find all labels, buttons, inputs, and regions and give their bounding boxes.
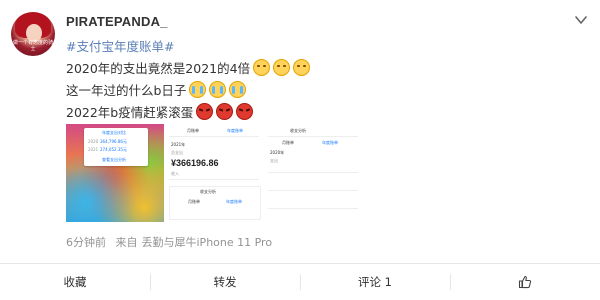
popup-button: 查看支出分析 [102,157,126,162]
post-source-prefix: 来自 [115,236,138,249]
shy-emoji-icon [273,59,291,76]
post-text-3: 2022年b疫情赶紧滚蛋 [66,105,194,120]
t3-divider-3 [268,190,358,191]
comment-button[interactable]: 评论 1 [300,264,450,300]
post-text-2: 这一年过的什么b日子 [66,83,187,98]
action-bar: 收藏 转发 评论 1 [0,263,600,300]
avatar-caption: 做一个有态度的骑士 [13,40,54,52]
t3-tab-2: 年度账单 [322,140,338,145]
crying-emoji-icon [209,81,227,98]
popup-title: 年度支出对比 [102,130,126,135]
t3-divider-2 [268,172,358,173]
angry-emoji-icon [236,103,254,120]
post-text-line-2: 这一年过的什么b日子 [66,80,247,99]
post-text-line-1: 2020年的支出竟然是2021的4倍 [66,58,311,77]
forward-button[interactable]: 转发 [150,264,300,300]
avatar[interactable]: 做一个有态度的骑士 [11,12,55,56]
row2-value: 274,052.35元 [100,147,127,152]
chevron-down-icon[interactable] [574,13,588,27]
image-thumbnail-2[interactable]: 月账单 年度账单 2021年 总支出 ¥366196.86 收入 收支分析 月账… [165,124,263,222]
t2-amount: ¥366196.86 [171,158,219,168]
username[interactable]: PIRATEPANDA_ [66,14,168,29]
t2-analysis-box: 收支分析 月账单 年度账单 [169,186,261,220]
collect-button[interactable]: 收藏 [0,264,150,300]
t2-income-label: 收入 [171,171,179,176]
post-text-line-3: 2022年b疫情赶紧滚蛋 [66,102,254,121]
hashtag-link[interactable]: #支付宝年度账单# [66,36,174,55]
t3-year: 2020年 [270,150,285,155]
like-button[interactable] [450,264,600,300]
t3-divider-4 [268,208,358,209]
like-icon [518,275,532,289]
annual-comparison-popup: 年度支出对比 2020 364,796.86元 2021 274,052.35元… [84,128,148,166]
post-meta: 6分钟前 来自 丢勤与犀牛iPhone 11 Pro [66,234,272,250]
t3-divider [268,136,358,137]
angry-emoji-icon [216,103,234,120]
crying-emoji-icon [229,81,247,98]
t2-subtab-1: 月账单 [188,199,200,204]
row2-label: 2021 [88,147,99,152]
t3-tab-1: 月账单 [282,140,294,145]
image-thumbnail-3[interactable]: 收支分析 月账单 年度账单 2020年 支出 [264,124,362,222]
shy-emoji-icon [293,59,311,76]
post-text-1: 2020年的支出竟然是2021的4倍 [66,61,251,76]
t2-expense-label: 总支出 [171,150,183,155]
t2-divider [169,136,259,137]
comment-label: 评论 1 [358,275,392,289]
t2-year: 2021年 [171,142,186,147]
image-thumbnail-1[interactable]: 年度支出对比 2020 364,796.86元 2021 274,052.35元… [66,124,164,222]
t2-tab-2: 年度账单 [227,128,243,133]
t2-section-title: 收支分析 [200,189,216,194]
forward-label: 转发 [213,275,237,289]
row1-label: 2020 [88,139,99,144]
angry-emoji-icon [196,103,214,120]
crying-emoji-icon [189,81,207,98]
t2-divider-2 [169,179,259,180]
shy-emoji-icon [253,59,271,76]
post-time: 6分钟前 [66,236,106,249]
post-device[interactable]: 丢勤与犀牛iPhone 11 Pro [142,236,273,249]
t2-tab-1: 月账单 [187,128,199,133]
collect-label: 收藏 [63,275,87,289]
t3-expense: 支出 [270,158,278,163]
row1-value: 364,796.86元 [100,139,127,144]
t3-section: 收支分析 [290,128,306,133]
t2-subtab-2: 年度账单 [226,199,242,204]
